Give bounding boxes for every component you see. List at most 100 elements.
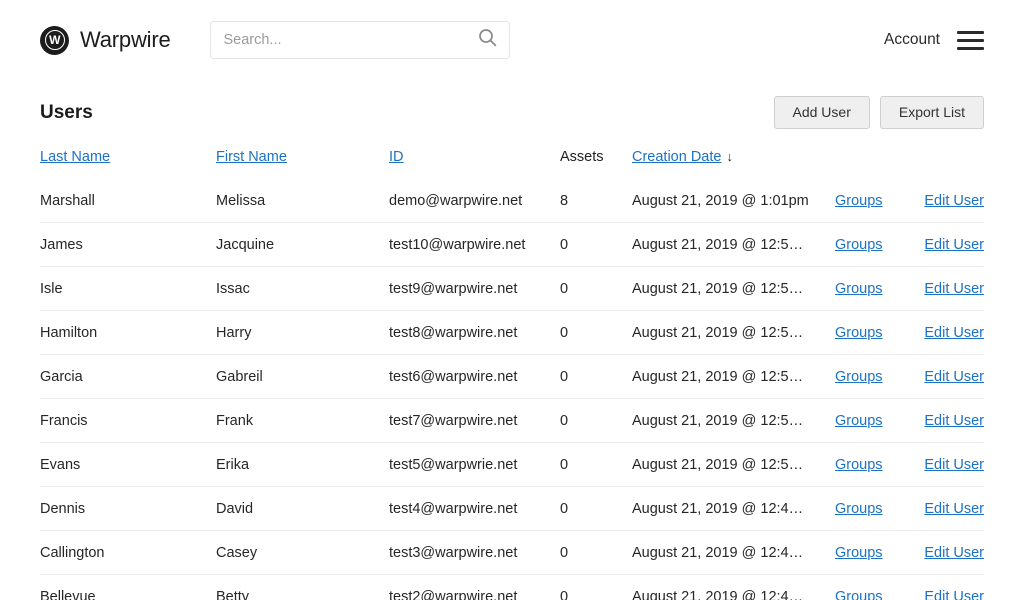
edit-user-link[interactable]: Edit User xyxy=(923,310,984,356)
cell-id-text: test6@warpwire.net xyxy=(389,369,518,386)
cell-first-name-text: David xyxy=(216,501,254,518)
cell-assets: 0 xyxy=(560,354,632,400)
groups-link[interactable]: Groups xyxy=(835,574,923,600)
sort-link-creation-date[interactable]: Creation Date xyxy=(632,149,721,165)
groups-link[interactable]: Groups xyxy=(835,354,923,400)
edit-user-link-text[interactable]: Edit User xyxy=(924,457,984,473)
groups-link-text[interactable]: Groups xyxy=(835,501,883,517)
edit-user-link-text[interactable]: Edit User xyxy=(924,501,984,517)
cell-creation-date-text: August 21, 2019 @ 12:5… xyxy=(632,413,804,430)
logo-initial: W xyxy=(49,33,60,47)
cell-assets: 0 xyxy=(560,398,632,444)
edit-user-link-text[interactable]: Edit User xyxy=(924,413,984,429)
groups-link-text[interactable]: Groups xyxy=(835,193,883,209)
column-header-first-name[interactable]: First Name xyxy=(216,149,389,179)
edit-user-link[interactable]: Edit User xyxy=(923,486,984,532)
edit-user-link-text[interactable]: Edit User xyxy=(924,281,984,297)
cell-last-name-text: Bellevue xyxy=(40,589,96,600)
cell-assets-text: 0 xyxy=(560,589,569,600)
edit-user-link-text[interactable]: Edit User xyxy=(924,325,984,341)
edit-user-link-text[interactable]: Edit User xyxy=(924,545,984,561)
groups-link-text[interactable]: Groups xyxy=(835,325,883,341)
column-header-edit xyxy=(923,149,984,179)
groups-link[interactable]: Groups xyxy=(835,486,923,532)
add-user-button[interactable]: Add User xyxy=(773,96,870,130)
groups-link-text[interactable]: Groups xyxy=(835,457,883,473)
cell-id: test5@warpwrie.net xyxy=(389,442,560,488)
cell-assets: 8 xyxy=(560,179,632,224)
column-header-creation-date[interactable]: Creation Date ↓ xyxy=(632,149,835,179)
table-row: Garcia Gabreil test6@warpwire.net 0 August 2… xyxy=(40,354,984,400)
cell-first-name: Casey xyxy=(216,530,389,576)
cell-assets-text: 0 xyxy=(560,369,569,386)
groups-link[interactable]: Groups xyxy=(835,266,923,312)
groups-link-text[interactable]: Groups xyxy=(835,545,883,561)
page-actions: Add User Export List xyxy=(773,96,984,130)
sort-link-id[interactable]: ID xyxy=(389,149,404,165)
search-icon[interactable] xyxy=(478,28,497,52)
groups-link-text[interactable]: Groups xyxy=(835,369,883,385)
edit-user-link[interactable]: Edit User xyxy=(923,266,984,312)
sort-link-first-name[interactable]: First Name xyxy=(216,149,287,165)
search-box[interactable] xyxy=(210,21,511,59)
edit-user-link[interactable]: Edit User xyxy=(923,574,984,600)
cell-creation-date-text: August 21, 2019 @ 12:4… xyxy=(632,501,804,518)
top-bar-right-group: Account xyxy=(884,30,984,50)
groups-link[interactable]: Groups xyxy=(835,530,923,576)
edit-user-link-text[interactable]: Edit User xyxy=(924,589,984,600)
cell-assets-text: 0 xyxy=(560,413,569,430)
groups-link-text[interactable]: Groups xyxy=(835,413,883,429)
cell-creation-date: August 21, 2019 @ 12:5… xyxy=(632,398,835,444)
cell-first-name: Betty xyxy=(216,574,389,600)
edit-user-link-text[interactable]: Edit User xyxy=(924,193,984,209)
cell-creation-date-text: August 21, 2019 @ 12:5… xyxy=(632,457,804,474)
account-menu-link[interactable]: Account xyxy=(884,31,940,49)
edit-user-link[interactable]: Edit User xyxy=(923,442,984,488)
cell-last-name: James xyxy=(40,222,216,268)
cell-last-name: Francis xyxy=(40,398,216,444)
cell-last-name: Hamilton xyxy=(40,310,216,356)
column-header-id[interactable]: ID xyxy=(389,149,560,179)
brand-logo[interactable]: W Warpwire xyxy=(40,25,171,55)
hamburger-menu-icon[interactable] xyxy=(957,30,984,50)
search-input[interactable] xyxy=(223,32,479,48)
cell-id-text: test9@warpwire.net xyxy=(389,281,518,298)
edit-user-link[interactable]: Edit User xyxy=(923,398,984,444)
cell-last-name-text: Evans xyxy=(40,457,81,474)
column-header-last-name[interactable]: Last Name xyxy=(40,149,216,179)
cell-assets: 0 xyxy=(560,442,632,488)
edit-user-link[interactable]: Edit User xyxy=(923,530,984,576)
cell-assets: 0 xyxy=(560,310,632,356)
cell-first-name-text: Jacquine xyxy=(216,237,275,254)
edit-user-link-text[interactable]: Edit User xyxy=(924,237,984,253)
cell-creation-date: August 21, 2019 @ 12:5… xyxy=(632,354,835,400)
export-list-button[interactable]: Export List xyxy=(879,96,984,130)
groups-link-text[interactable]: Groups xyxy=(835,281,883,297)
groups-link-text[interactable]: Groups xyxy=(835,589,883,600)
edit-user-link[interactable]: Edit User xyxy=(923,222,984,268)
cell-id-text: test10@warpwire.net xyxy=(389,237,526,254)
cell-last-name-text: Callington xyxy=(40,545,105,562)
sort-link-last-name[interactable]: Last Name xyxy=(40,149,110,165)
edit-user-link[interactable]: Edit User xyxy=(923,179,984,224)
edit-user-link[interactable]: Edit User xyxy=(923,354,984,400)
cell-assets-text: 0 xyxy=(560,501,569,518)
groups-link[interactable]: Groups xyxy=(835,310,923,356)
warpwire-circle-logo-icon: W xyxy=(40,25,69,55)
cell-creation-date-text: August 21, 2019 @ 12:5… xyxy=(632,281,804,298)
cell-id: test7@warpwire.net xyxy=(389,398,560,444)
column-header-assets: Assets xyxy=(560,149,632,179)
edit-user-link-text[interactable]: Edit User xyxy=(924,369,984,385)
cell-last-name-text: Marshall xyxy=(40,193,95,210)
groups-link[interactable]: Groups xyxy=(835,179,923,224)
groups-link[interactable]: Groups xyxy=(835,222,923,268)
users-table-head: Last Name First Name ID Assets Creation … xyxy=(40,149,984,179)
groups-link[interactable]: Groups xyxy=(835,442,923,488)
top-navigation-bar: W Warpwire Account xyxy=(0,0,1024,80)
cell-assets-text: 0 xyxy=(560,325,569,342)
groups-link-text[interactable]: Groups xyxy=(835,237,883,253)
cell-first-name: Harry xyxy=(216,310,389,356)
cell-assets: 0 xyxy=(560,486,632,532)
groups-link[interactable]: Groups xyxy=(835,398,923,444)
table-row: Isle Issac test9@warpwire.net 0 August 21, 2… xyxy=(40,266,984,312)
